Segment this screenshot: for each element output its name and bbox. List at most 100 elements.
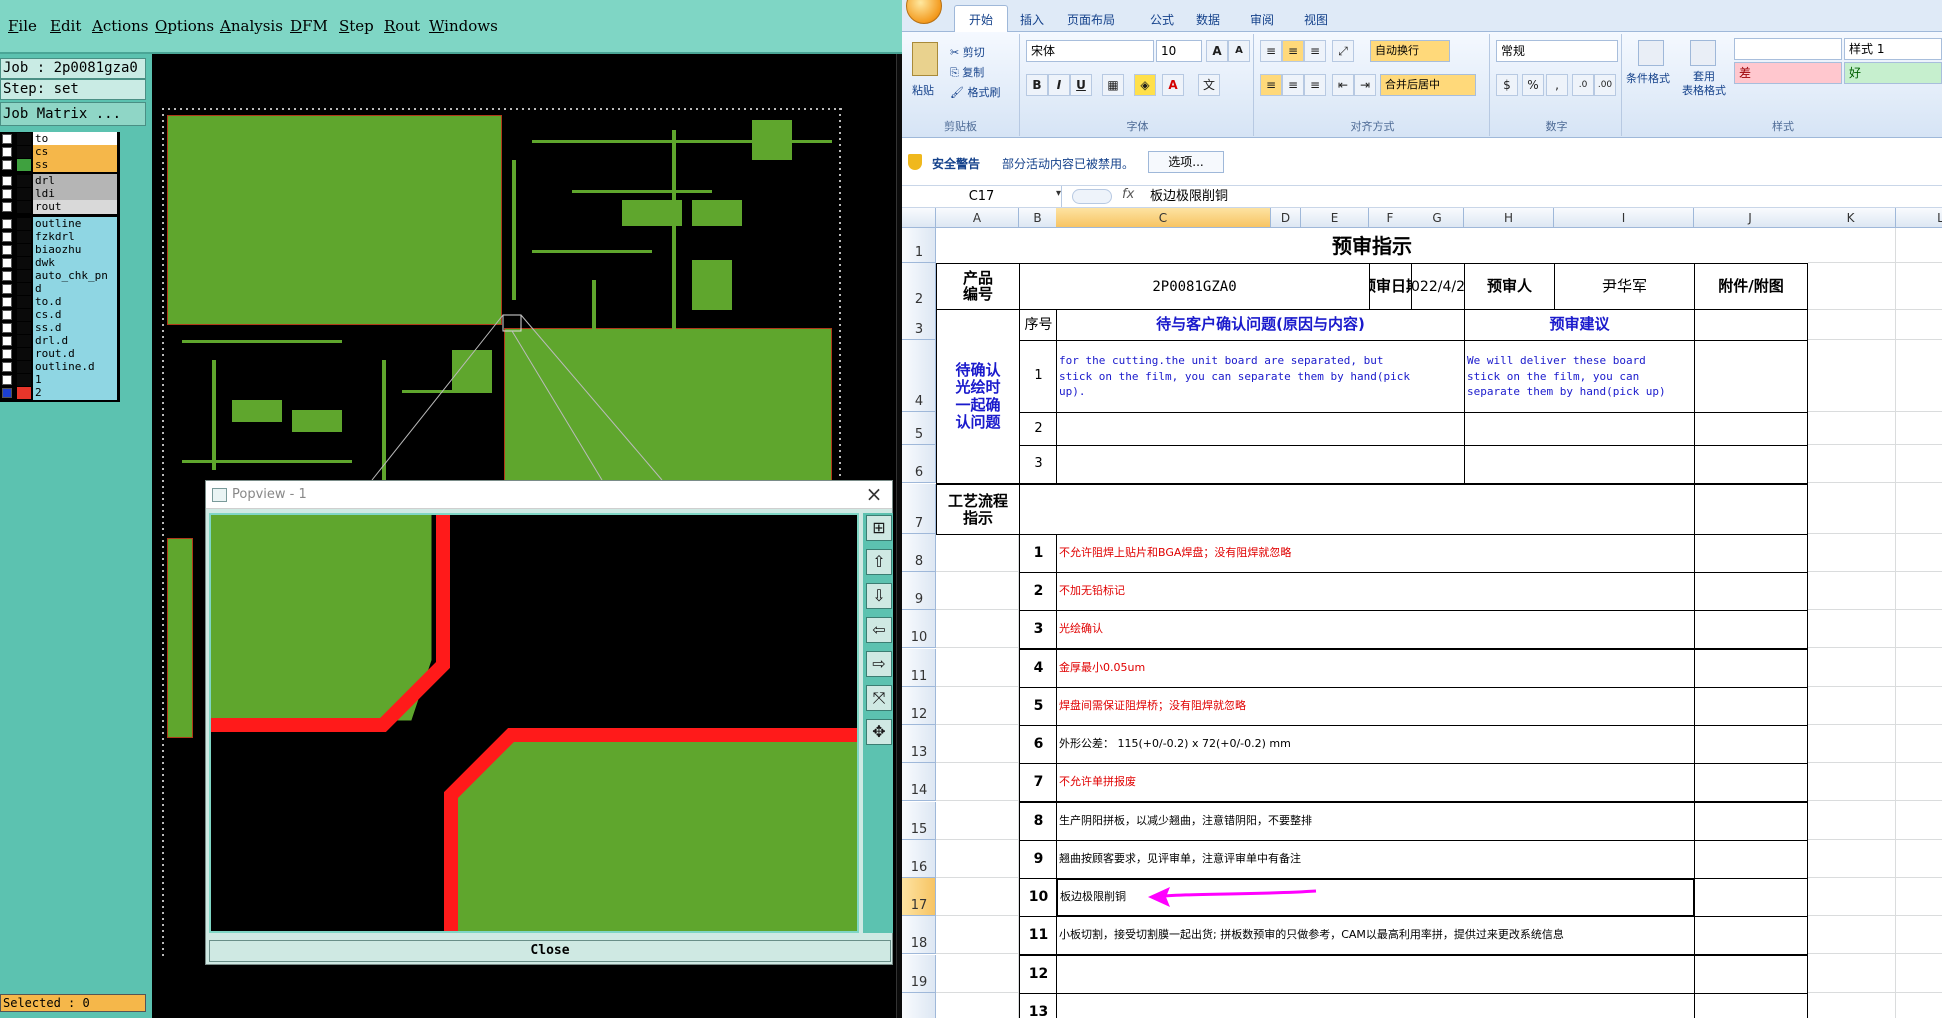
layer-name[interactable]: auto_chk_pn xyxy=(33,269,117,283)
layer-checkbox[interactable] xyxy=(2,336,12,346)
style-empty-cell[interactable] xyxy=(1734,38,1842,60)
attach-cell[interactable] xyxy=(1694,878,1808,917)
sheet-title[interactable]: 预审指示 xyxy=(936,228,1808,264)
layer-checkbox[interactable] xyxy=(2,271,12,281)
wrap-text-button[interactable]: 自动换行 xyxy=(1370,40,1450,62)
underline-button[interactable]: U xyxy=(1070,74,1092,96)
pan-up-icon[interactable]: ⇧ xyxy=(866,549,892,575)
layer-name[interactable]: rout.d xyxy=(33,347,117,361)
layer-name[interactable]: 1 xyxy=(33,373,117,387)
menu-dfm[interactable]: DFM xyxy=(290,17,328,35)
conditional-format-icon[interactable] xyxy=(1638,40,1664,66)
close-icon[interactable]: × xyxy=(864,483,884,505)
layer-name[interactable]: to.d xyxy=(33,295,117,309)
q1-question[interactable]: for the cutting.the unit board are separ… xyxy=(1056,340,1465,413)
layer-row[interactable]: to.d xyxy=(0,295,118,309)
attach-cell[interactable] xyxy=(1694,916,1808,955)
align-left-icon[interactable]: ≡ xyxy=(1260,74,1282,96)
chevron-down-icon[interactable]: ▾ xyxy=(1056,188,1061,199)
style-1-cell[interactable]: 样式 1 xyxy=(1844,38,1942,60)
layer-checkbox[interactable] xyxy=(2,160,12,170)
layer-checkbox[interactable] xyxy=(2,323,12,333)
paste-icon[interactable] xyxy=(912,42,938,76)
row-header[interactable]: 3 xyxy=(902,309,936,340)
process-item-text[interactable]: 小板切割，接受切割膜一起出货; 拼板数预审的只做参考，CAM以最高利用率拼，提供… xyxy=(1056,916,1695,955)
merge-center-button[interactable]: 合并后居中 xyxy=(1380,74,1476,96)
process-item-number[interactable]: 13 xyxy=(1019,993,1058,1018)
align-center-icon[interactable]: ≡ xyxy=(1282,74,1304,96)
attach-cell[interactable] xyxy=(1694,840,1808,879)
format-table-button[interactable]: 套用 表格格式 xyxy=(1682,70,1726,98)
row-header[interactable]: 13 xyxy=(902,725,936,763)
row-header[interactable]: 18 xyxy=(902,916,936,954)
tab-page-layout[interactable]: 页面布局 xyxy=(1067,11,1115,28)
row-header[interactable]: 12 xyxy=(902,687,936,725)
attach-cell[interactable] xyxy=(1694,309,1808,341)
column-header[interactable]: H xyxy=(1464,208,1554,228)
border-icon[interactable]: ▦ xyxy=(1102,74,1124,96)
step-name-field[interactable]: Step: set xyxy=(0,79,146,100)
attach-cell[interactable] xyxy=(1694,687,1808,726)
process-item-text[interactable]: 焊盘间需保证阻焊桥；没有阻焊就忽略 xyxy=(1056,687,1695,726)
layer-checkbox[interactable] xyxy=(2,134,12,144)
layer-name[interactable]: dwk xyxy=(33,256,117,270)
process-item-text[interactable] xyxy=(1056,955,1695,994)
layer-checkbox[interactable] xyxy=(2,375,12,385)
layer-row[interactable]: cs xyxy=(0,145,118,159)
layer-checkbox[interactable] xyxy=(2,147,12,157)
process-item-number[interactable]: 3 xyxy=(1019,610,1058,649)
decrease-decimal-icon[interactable]: .00 xyxy=(1594,74,1616,96)
job-name-field[interactable]: Job : 2p0081gza0 xyxy=(0,58,146,79)
decrease-indent-icon[interactable]: ⇤ xyxy=(1332,74,1354,96)
fx-icon[interactable]: fx xyxy=(1122,187,1134,202)
attach-cell[interactable] xyxy=(1694,649,1808,688)
layer-row[interactable]: cs.d xyxy=(0,308,118,322)
menu-step[interactable]: Step xyxy=(339,17,374,35)
increase-indent-icon[interactable]: ⇥ xyxy=(1354,74,1376,96)
column-header[interactable]: K xyxy=(1806,208,1896,228)
process-item-text[interactable]: 不允许单拼报废 xyxy=(1056,763,1695,802)
row-header[interactable]: 7 xyxy=(902,484,936,534)
process-item-number[interactable]: 11 xyxy=(1019,916,1058,955)
q1-number[interactable]: 1 xyxy=(1019,340,1058,413)
increase-decimal-icon[interactable]: .0 xyxy=(1572,74,1594,96)
q1-suggestion[interactable]: We will deliver these board stick on the… xyxy=(1464,340,1695,413)
process-item-number[interactable]: 9 xyxy=(1019,840,1058,879)
formula-input[interactable]: 板边极限削铜 xyxy=(1150,186,1228,207)
layer-row[interactable]: rout.d xyxy=(0,347,118,361)
process-item-text[interactable]: 金厚最小0.05um xyxy=(1056,649,1695,688)
phonetic-icon[interactable]: 文 xyxy=(1198,74,1220,96)
align-top-icon[interactable]: ≡ xyxy=(1260,40,1282,62)
row-header[interactable]: 17 xyxy=(902,878,936,916)
layer-checkbox[interactable] xyxy=(2,284,12,294)
menu-windows[interactable]: Windows xyxy=(429,17,498,35)
layer-name[interactable]: cs xyxy=(33,145,117,159)
q2-suggestion[interactable] xyxy=(1464,412,1695,446)
menu-analysis[interactable]: Analysis xyxy=(220,17,283,35)
tab-insert[interactable]: 插入 xyxy=(1020,11,1044,28)
menu-edit[interactable]: Edit xyxy=(50,17,81,35)
layer-checkbox[interactable] xyxy=(2,202,12,212)
style-good-cell[interactable]: 好 xyxy=(1844,62,1942,84)
attach-cell[interactable] xyxy=(1694,610,1808,649)
layer-checkbox[interactable] xyxy=(2,219,12,229)
row-header[interactable]: 8 xyxy=(902,534,936,572)
suggest-header[interactable]: 预审建议 xyxy=(1464,309,1695,341)
cut-button[interactable]: ✂ 剪切 xyxy=(950,44,985,60)
column-header[interactable]: C xyxy=(1056,208,1271,228)
process-item-number[interactable]: 4 xyxy=(1019,649,1058,688)
row-header[interactable]: 5 xyxy=(902,412,936,445)
row-header[interactable]: 15 xyxy=(902,802,936,840)
paste-button[interactable]: 粘贴 xyxy=(912,82,934,98)
attach-cell[interactable] xyxy=(1694,534,1808,573)
layer-name[interactable]: ss.d xyxy=(33,321,117,335)
layer-name[interactable]: biaozhu xyxy=(33,243,117,257)
zoom-out-icon[interactable]: ✥ xyxy=(866,719,892,745)
percent-icon[interactable]: % xyxy=(1522,74,1544,96)
comma-icon[interactable]: , xyxy=(1546,74,1568,96)
column-header[interactable]: I xyxy=(1554,208,1694,228)
date-value[interactable]: 2022/4/27 xyxy=(1411,263,1465,311)
layer-name[interactable]: cs.d xyxy=(33,308,117,322)
menu-rout[interactable]: Rout xyxy=(384,17,420,35)
row-header[interactable] xyxy=(902,993,936,1018)
